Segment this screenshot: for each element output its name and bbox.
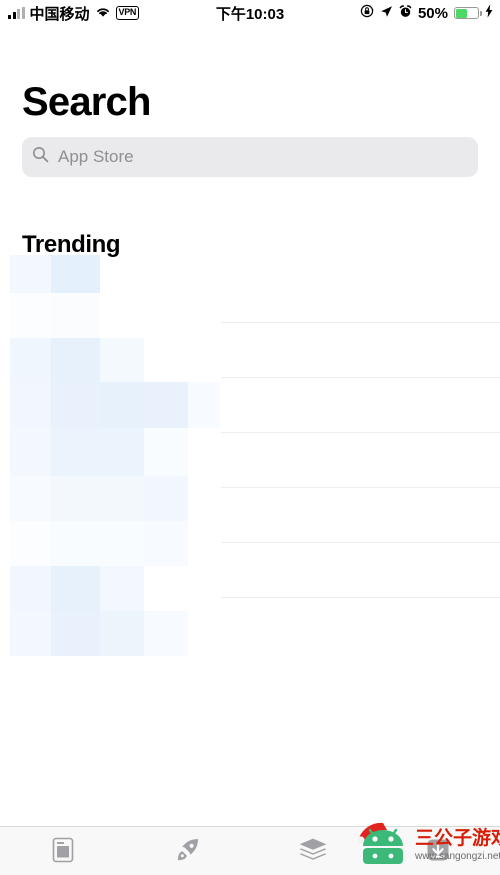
skeleton-placeholder-block — [100, 566, 144, 611]
skeleton-placeholder-block — [51, 521, 100, 566]
watermark-text: 三公子游戏网 www.sangongzi.net — [415, 829, 500, 862]
battery-icon — [454, 7, 482, 19]
skeleton-placeholder-block — [10, 338, 51, 382]
alarm-clock-icon — [399, 4, 412, 22]
rocket-icon — [174, 836, 202, 864]
status-bar: 中国移动 VPN 下午10:03 50% — [0, 0, 500, 26]
skeleton-placeholder-block — [144, 521, 188, 566]
battery-percent-label: 50% — [417, 4, 448, 22]
search-input[interactable]: App Store — [22, 137, 478, 177]
skeleton-placeholder-block — [51, 428, 100, 476]
skeleton-placeholder-block — [51, 293, 100, 338]
page-title: Search — [22, 80, 151, 124]
skeleton-placeholder-block — [51, 382, 100, 428]
skeleton-placeholder-block — [10, 611, 51, 656]
charging-bolt-icon — [485, 4, 493, 22]
skeleton-placeholder-block — [51, 338, 100, 382]
android-santa-mascot-icon — [357, 820, 411, 870]
skeleton-placeholder-block — [10, 255, 51, 293]
watermark-url: www.sangongzi.net — [415, 850, 500, 862]
skeleton-placeholder-block — [51, 611, 100, 656]
skeleton-placeholder-block — [10, 428, 51, 476]
newspaper-icon — [50, 836, 76, 864]
layers-icon — [298, 837, 328, 863]
skeleton-placeholder-block — [100, 521, 144, 566]
skeleton-placeholder-block — [188, 382, 220, 428]
tab-games[interactable] — [125, 827, 250, 875]
skeleton-placeholder-block — [144, 428, 188, 476]
skeleton-placeholder-block — [51, 255, 100, 293]
skeleton-placeholder-block — [144, 382, 188, 428]
status-bar-clock: 下午10:03 — [215, 5, 285, 23]
watermark-site-name: 三公子游戏网 — [415, 827, 500, 849]
skeleton-placeholder-block — [10, 521, 51, 566]
skeleton-placeholder-block — [100, 428, 144, 476]
skeleton-placeholder-block — [51, 476, 100, 521]
skeleton-placeholder-block — [100, 338, 144, 382]
trending-loading-skeleton — [0, 255, 500, 660]
rotation-lock-icon — [360, 4, 374, 22]
location-arrow-icon — [380, 5, 393, 22]
skeleton-placeholder-block — [100, 611, 144, 656]
tab-today[interactable] — [0, 827, 125, 875]
skeleton-placeholder-block — [144, 611, 188, 656]
skeleton-placeholder-block — [10, 293, 51, 338]
search-icon — [32, 146, 49, 168]
skeleton-placeholder-block — [51, 566, 100, 611]
skeleton-placeholder-block — [10, 566, 51, 611]
skeleton-placeholder-block — [10, 382, 51, 428]
skeleton-placeholder-block — [144, 476, 188, 521]
app-store-search-screen: 中国移动 VPN 下午10:03 50% Search App Store Tr… — [0, 0, 500, 875]
skeleton-placeholder-block — [10, 476, 51, 521]
status-bar-right: 50% — [360, 4, 493, 22]
skeleton-placeholder-block — [100, 382, 144, 428]
site-watermark: 三公子游戏网 www.sangongzi.net — [353, 815, 500, 875]
skeleton-placeholder-block — [100, 476, 144, 521]
search-placeholder: App Store — [58, 147, 134, 166]
